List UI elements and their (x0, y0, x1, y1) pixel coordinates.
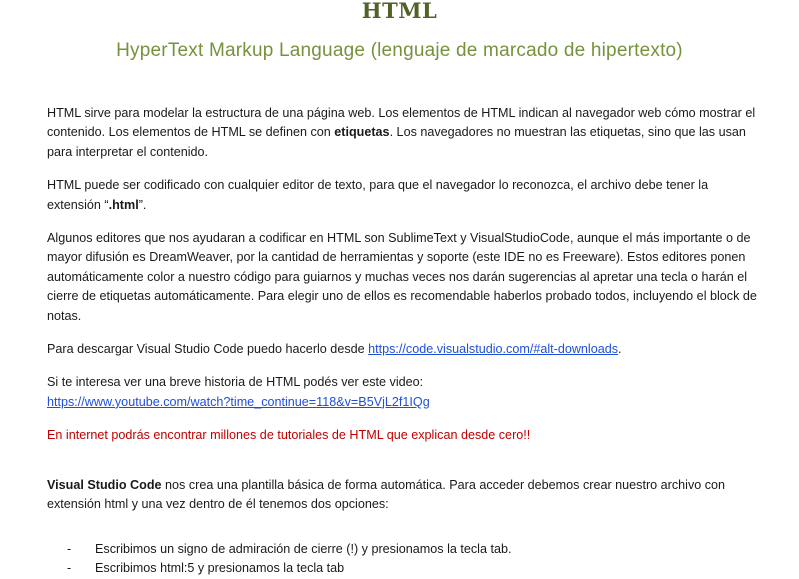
bold-term-etiquetas: etiquetas (334, 125, 390, 140)
list-item: - Escribimos un signo de admiración de ci… (47, 540, 759, 559)
list-bullet: - (67, 542, 72, 556)
document-page: HTML HyperText Markup Language (lenguaje… (0, 0, 799, 577)
paragraph-text: Si te interesa ver una breve historia de… (47, 375, 424, 390)
vscode-download-link[interactable]: https://code.visualstudio.com/#alt-downl… (368, 342, 618, 356)
bold-term-extension: .html (108, 197, 139, 212)
paragraph-tutorials-highlight: En internet podrás encontrar millones de… (47, 428, 531, 443)
paragraph-html-definition: HTML sirve para modelar la estructura de… (47, 104, 759, 162)
paragraph-text: . (618, 342, 622, 357)
paragraph-text: ”. (138, 197, 147, 212)
list-item: - Escribimos html:5 y presionamos la tecl… (47, 559, 759, 578)
bold-term-vscode: Visual Studio Code (47, 477, 162, 492)
page-subtitle: HyperText Markup Language (lenguaje de m… (116, 40, 683, 61)
paragraph-video: Si te interesa ver una breve historia de… (47, 373, 759, 412)
paragraph-vscode-template: Visual Studio Code nos crea una plantill… (47, 476, 759, 515)
list-bullet: - (67, 561, 72, 576)
paragraph-editor-extension: HTML puede ser codificado con cualquier … (47, 176, 759, 215)
paragraph-text: Para descargar Visual Studio Code puedo … (47, 342, 369, 357)
options-list: - Escribimos un signo de admiración de ci… (47, 540, 759, 579)
document-body: HTML sirve para modelar la estructura de… (47, 104, 759, 529)
page-title: HTML (361, 0, 438, 23)
list-item-text: Escribimos un signo de admiración de cie… (95, 542, 512, 556)
paragraph-editors: Algunos editores que nos ayudaran a codi… (47, 231, 757, 323)
list-item-text: Escribimos html:5 y presionamos la tecla… (95, 561, 345, 576)
youtube-video-link[interactable]: https://www.youtube.com/watch?time_conti… (47, 395, 430, 409)
paragraph-download: Para descargar Visual Studio Code puedo … (47, 340, 759, 359)
